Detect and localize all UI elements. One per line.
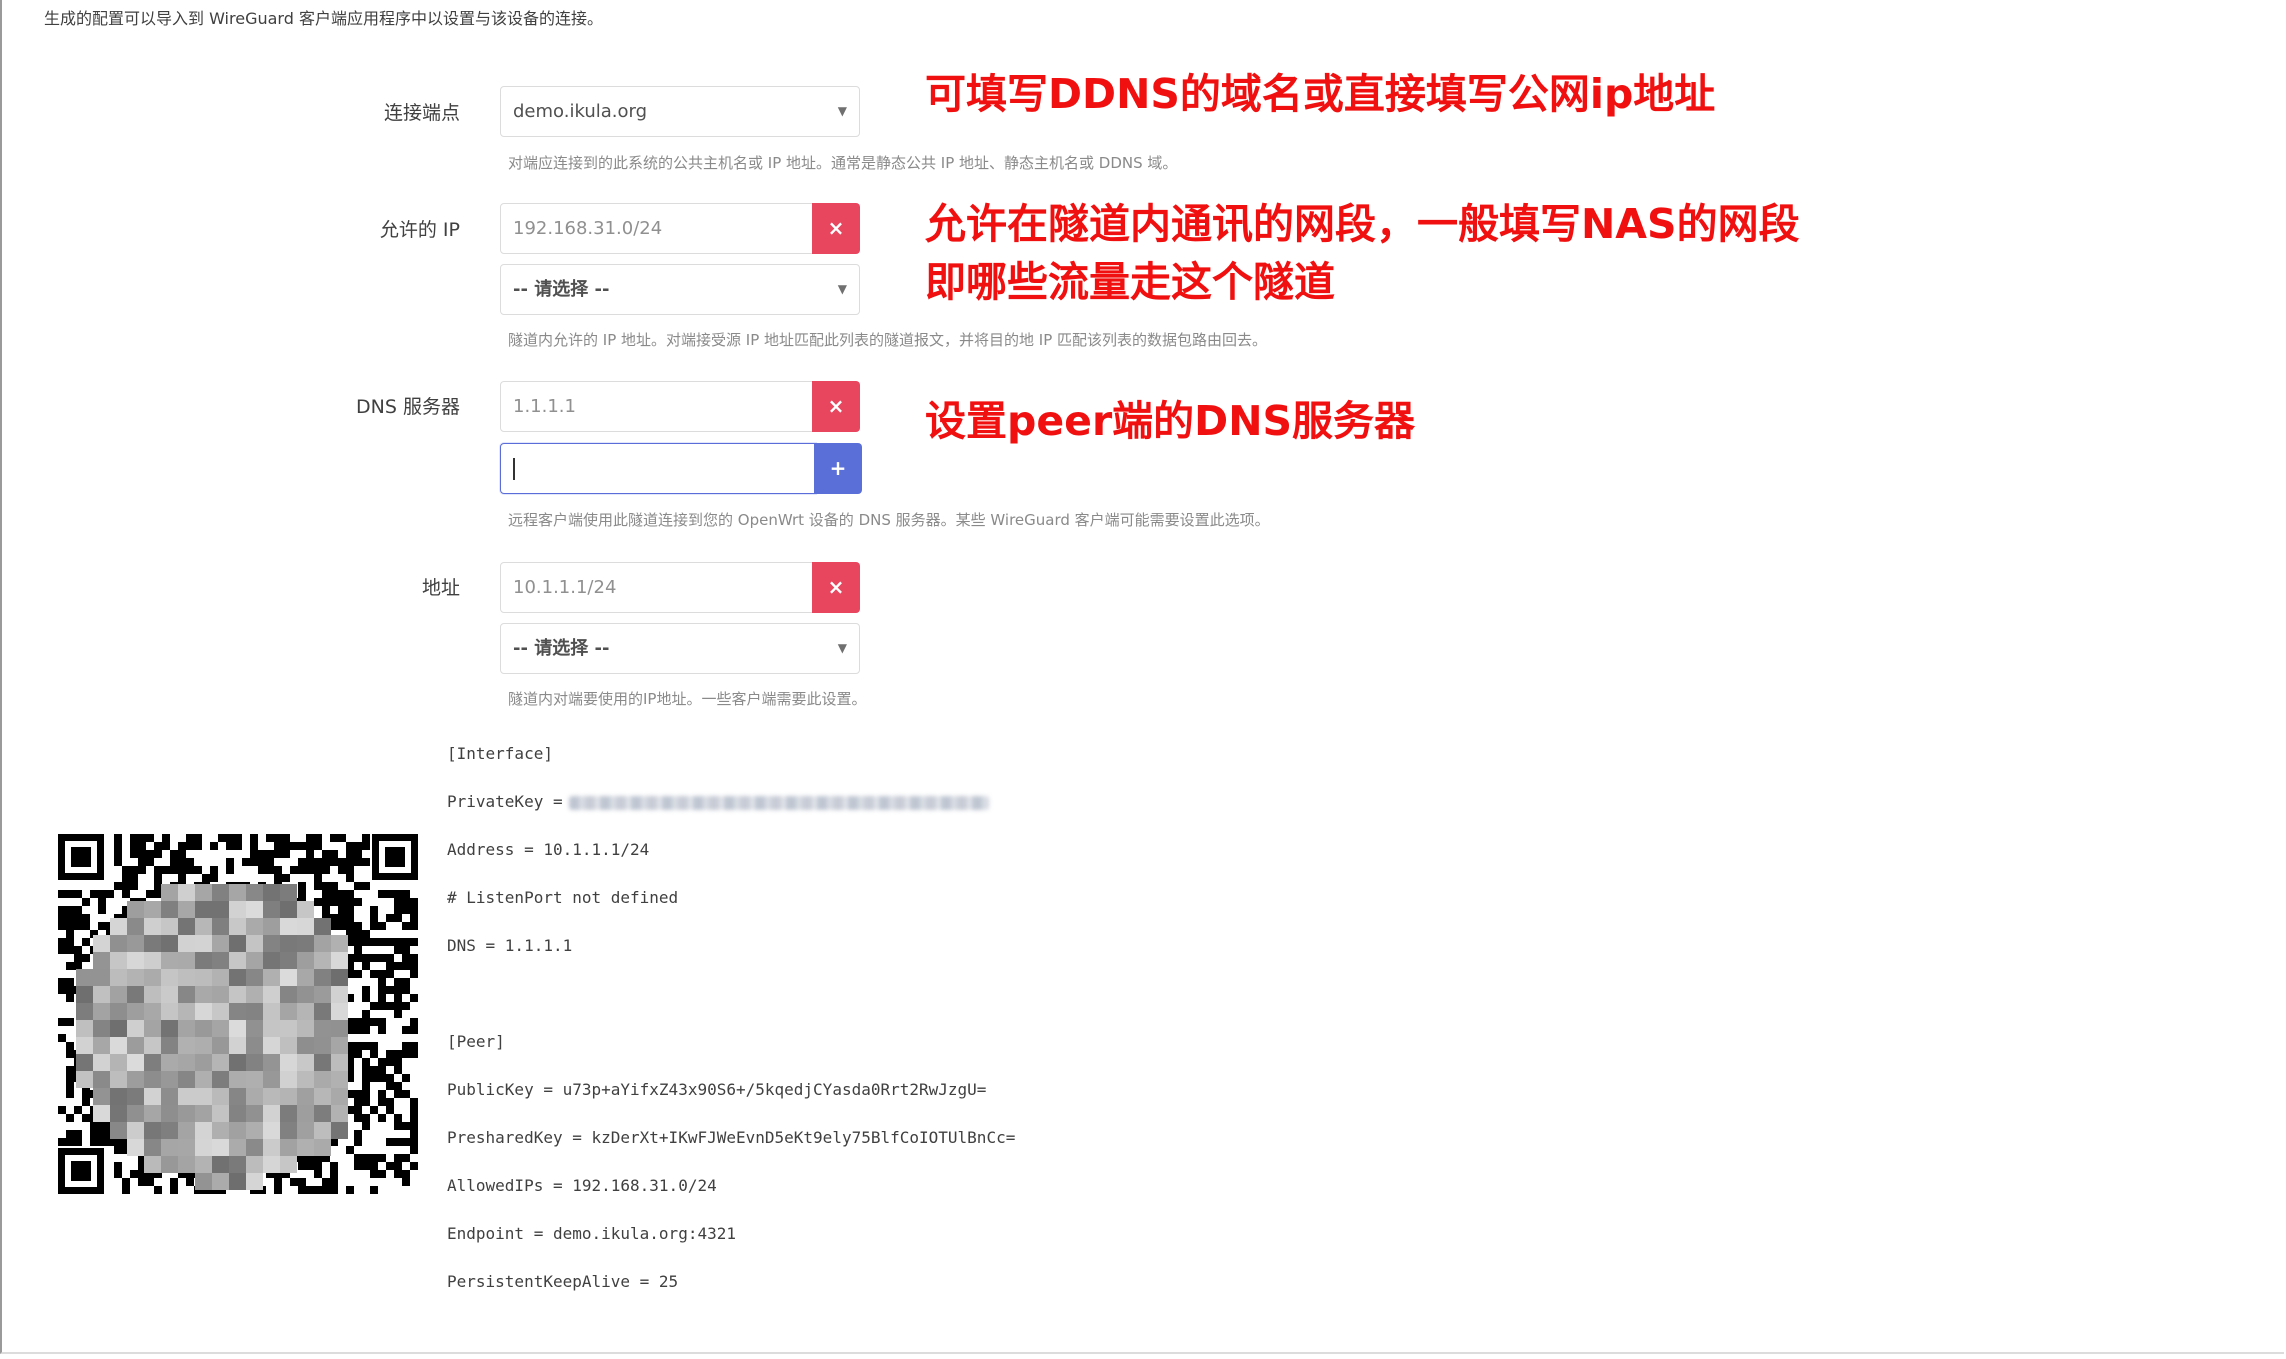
config-preshared-key: PresharedKey = kzDerXt+IKwFJWeEvnD5eKt9e… [447,1128,1016,1147]
config-listen-port: # ListenPort not defined [447,888,679,907]
allowed-ips-select[interactable]: -- 请选择 -- ▼ [500,264,860,315]
dns-annotation: 设置peer端的DNS服务器 [925,397,1416,445]
config-address: Address = 10.1.1.1/24 [447,840,650,859]
address-select-value: -- 请选择 -- [513,638,610,659]
allowed-ips-label: 允许的 IP [379,219,460,241]
close-icon: × [827,216,845,240]
config-public-key: PublicKey = u73p+aYifxZ43x90S6+/5kqedjCY… [447,1080,987,1099]
dropdown-arrow-icon: ▼ [837,282,847,296]
address-value: 10.1.1.1/24 [513,577,617,598]
endpoint-value: demo.ikula.org [513,101,648,122]
allowed-ips-value: 192.168.31.0/24 [513,218,663,239]
plus-icon: + [829,456,847,480]
address-label: 地址 [421,577,460,599]
dns-remove-button[interactable]: × [812,381,860,432]
endpoint-help: 对端应连接到的此系统的公共主机名或 IP 地址。通常是静态公共 IP 地址、静态… [508,154,1178,172]
dns-input[interactable]: 1.1.1.1 [500,381,813,432]
dns-help: 远程客户端使用此隧道连接到您的 OpenWrt 设备的 DNS 服务器。某些 W… [508,511,1270,529]
allowed-ips-select-value: -- 请选择 -- [513,279,610,300]
config-private-key-label: PrivateKey = [447,792,563,811]
allowed-ips-remove-button[interactable]: × [812,203,860,254]
config-peer: [Peer] [447,1032,505,1051]
address-select[interactable]: -- 请选择 -- ▼ [500,623,860,674]
intro-text: 生成的配置可以导入到 WireGuard 客户端应用程序中以设置与该设备的连接。 [44,9,603,28]
allowed-ips-help: 隧道内允许的 IP 地址。对端接受源 IP 地址匹配此列表的隧道报文，并将目的地… [508,331,1268,349]
config-keepalive: PersistentKeepAlive = 25 [447,1272,679,1291]
address-help: 隧道内对端要使用的IP地址。一些客户端需要此设置。 [508,690,867,708]
config-allowed-ips: AllowedIPs = 192.168.31.0/24 [447,1176,717,1195]
text-cursor [513,458,515,480]
config-interface: [Interface] [447,744,553,763]
close-icon: × [827,575,845,599]
dns-new-input[interactable] [500,443,816,494]
dns-label: DNS 服务器 [356,396,460,418]
allowed-ips-annotation-2: 即哪些流量走这个隧道 [925,258,1335,306]
address-input[interactable]: 10.1.1.1/24 [500,562,813,613]
endpoint-input[interactable]: demo.ikula.org ▼ [500,86,860,137]
dropdown-arrow-icon: ▼ [837,104,847,118]
dns-add-button[interactable]: + [814,443,862,494]
allowed-ips-input[interactable]: 192.168.31.0/24 [500,203,813,254]
dropdown-arrow-icon: ▼ [837,641,847,655]
config-endpoint: Endpoint = demo.ikula.org:4321 [447,1224,736,1243]
address-remove-button[interactable]: × [812,562,860,613]
redacted-key [568,795,989,810]
endpoint-annotation: 可填写DDNS的域名或直接填写公网ip地址 [925,70,1716,118]
endpoint-label: 连接端点 [383,102,460,124]
dns-value: 1.1.1.1 [513,396,576,417]
allowed-ips-annotation-1: 允许在隧道内通讯的网段，一般填写NAS的网段 [925,200,1800,248]
config-private-key: PrivateKey = [447,792,989,811]
qr-code [58,834,418,1194]
config-dns: DNS = 1.1.1.1 [447,936,573,955]
close-icon: × [827,394,845,418]
